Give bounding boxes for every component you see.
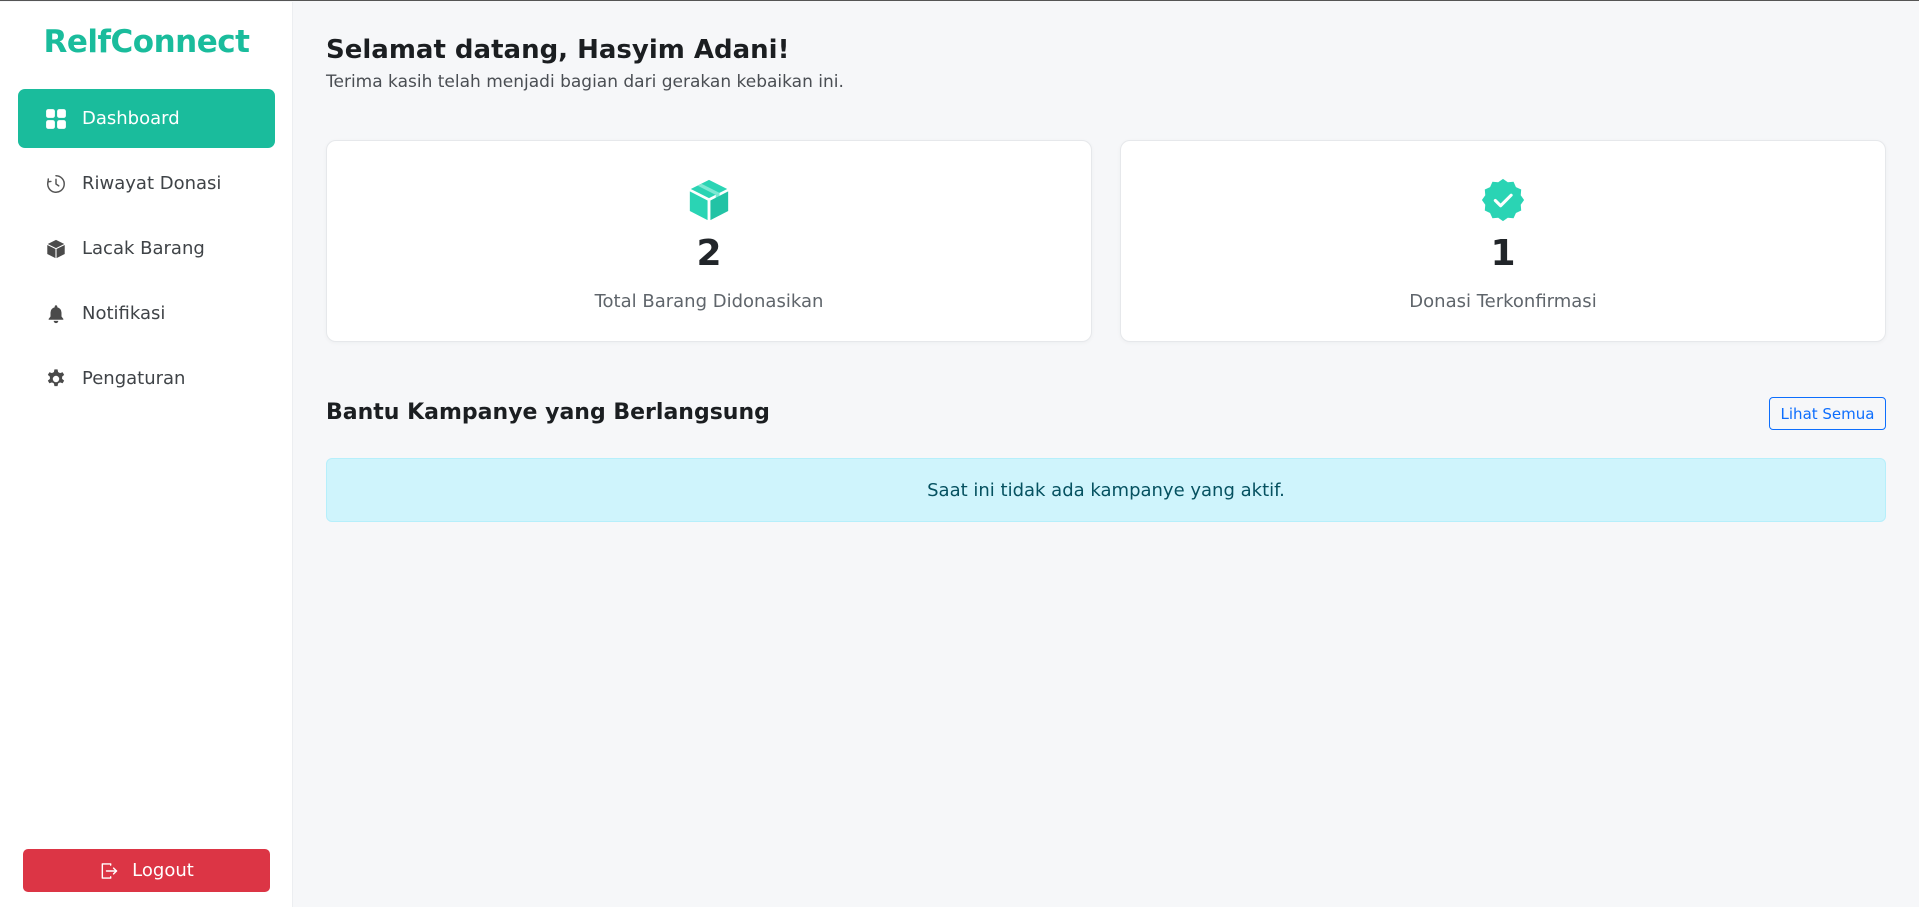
box-icon xyxy=(45,238,67,260)
stat-card-total-items: 2 Total Barang Didonasikan xyxy=(326,140,1092,342)
sidebar-item-pengaturan[interactable]: Pengaturan xyxy=(18,349,275,408)
stat-card-confirmed-donations: 1 Donasi Terkonfirmasi xyxy=(1120,140,1886,342)
sidebar-item-riwayat-donasi[interactable]: Riwayat Donasi xyxy=(18,154,275,213)
page-title: Selamat datang, Hasyim Adani! xyxy=(326,35,790,65)
sidebar-item-label: Notifikasi xyxy=(82,303,166,324)
campaigns-section-title: Bantu Kampanye yang Berlangsung xyxy=(326,400,770,425)
stat-value: 2 xyxy=(696,233,722,274)
sidebar-item-notifikasi[interactable]: Notifikasi xyxy=(18,284,275,343)
stat-label: Donasi Terkonfirmasi xyxy=(1409,291,1597,312)
logout-button[interactable]: Logout xyxy=(23,849,270,892)
gear-icon xyxy=(45,368,67,390)
logout-label: Logout xyxy=(132,860,194,881)
sidebar-item-label: Lacak Barang xyxy=(82,238,205,259)
sidebar-nav: Dashboard Riwayat Donasi Lacak Barang No… xyxy=(18,89,275,414)
alert-message: Saat ini tidak ada kampanye yang aktif. xyxy=(927,479,1285,501)
logout-icon xyxy=(101,862,118,879)
sidebar-item-label: Pengaturan xyxy=(82,368,186,389)
sidebar: RelfConnect Dashboard Riwayat Donasi Lac… xyxy=(0,2,293,907)
see-all-campaigns-button[interactable]: Lihat Semua xyxy=(1769,397,1886,430)
verified-badge-icon xyxy=(1121,177,1885,223)
page-subtitle: Terima kasih telah menjadi bagian dari g… xyxy=(326,72,844,92)
dashboard-grid-icon xyxy=(45,108,67,130)
stat-value: 1 xyxy=(1490,233,1516,274)
no-campaigns-alert: Saat ini tidak ada kampanye yang aktif. xyxy=(326,458,1886,522)
sidebar-item-lacak-barang[interactable]: Lacak Barang xyxy=(18,219,275,278)
brand-logo[interactable]: RelfConnect xyxy=(0,24,293,60)
sidebar-item-label: Riwayat Donasi xyxy=(82,173,222,194)
sidebar-item-dashboard[interactable]: Dashboard xyxy=(18,89,275,148)
box-icon xyxy=(327,177,1091,223)
bell-icon xyxy=(45,303,67,325)
stat-label: Total Barang Didonasikan xyxy=(594,291,824,312)
clock-history-icon xyxy=(45,173,67,195)
sidebar-item-label: Dashboard xyxy=(82,108,180,129)
